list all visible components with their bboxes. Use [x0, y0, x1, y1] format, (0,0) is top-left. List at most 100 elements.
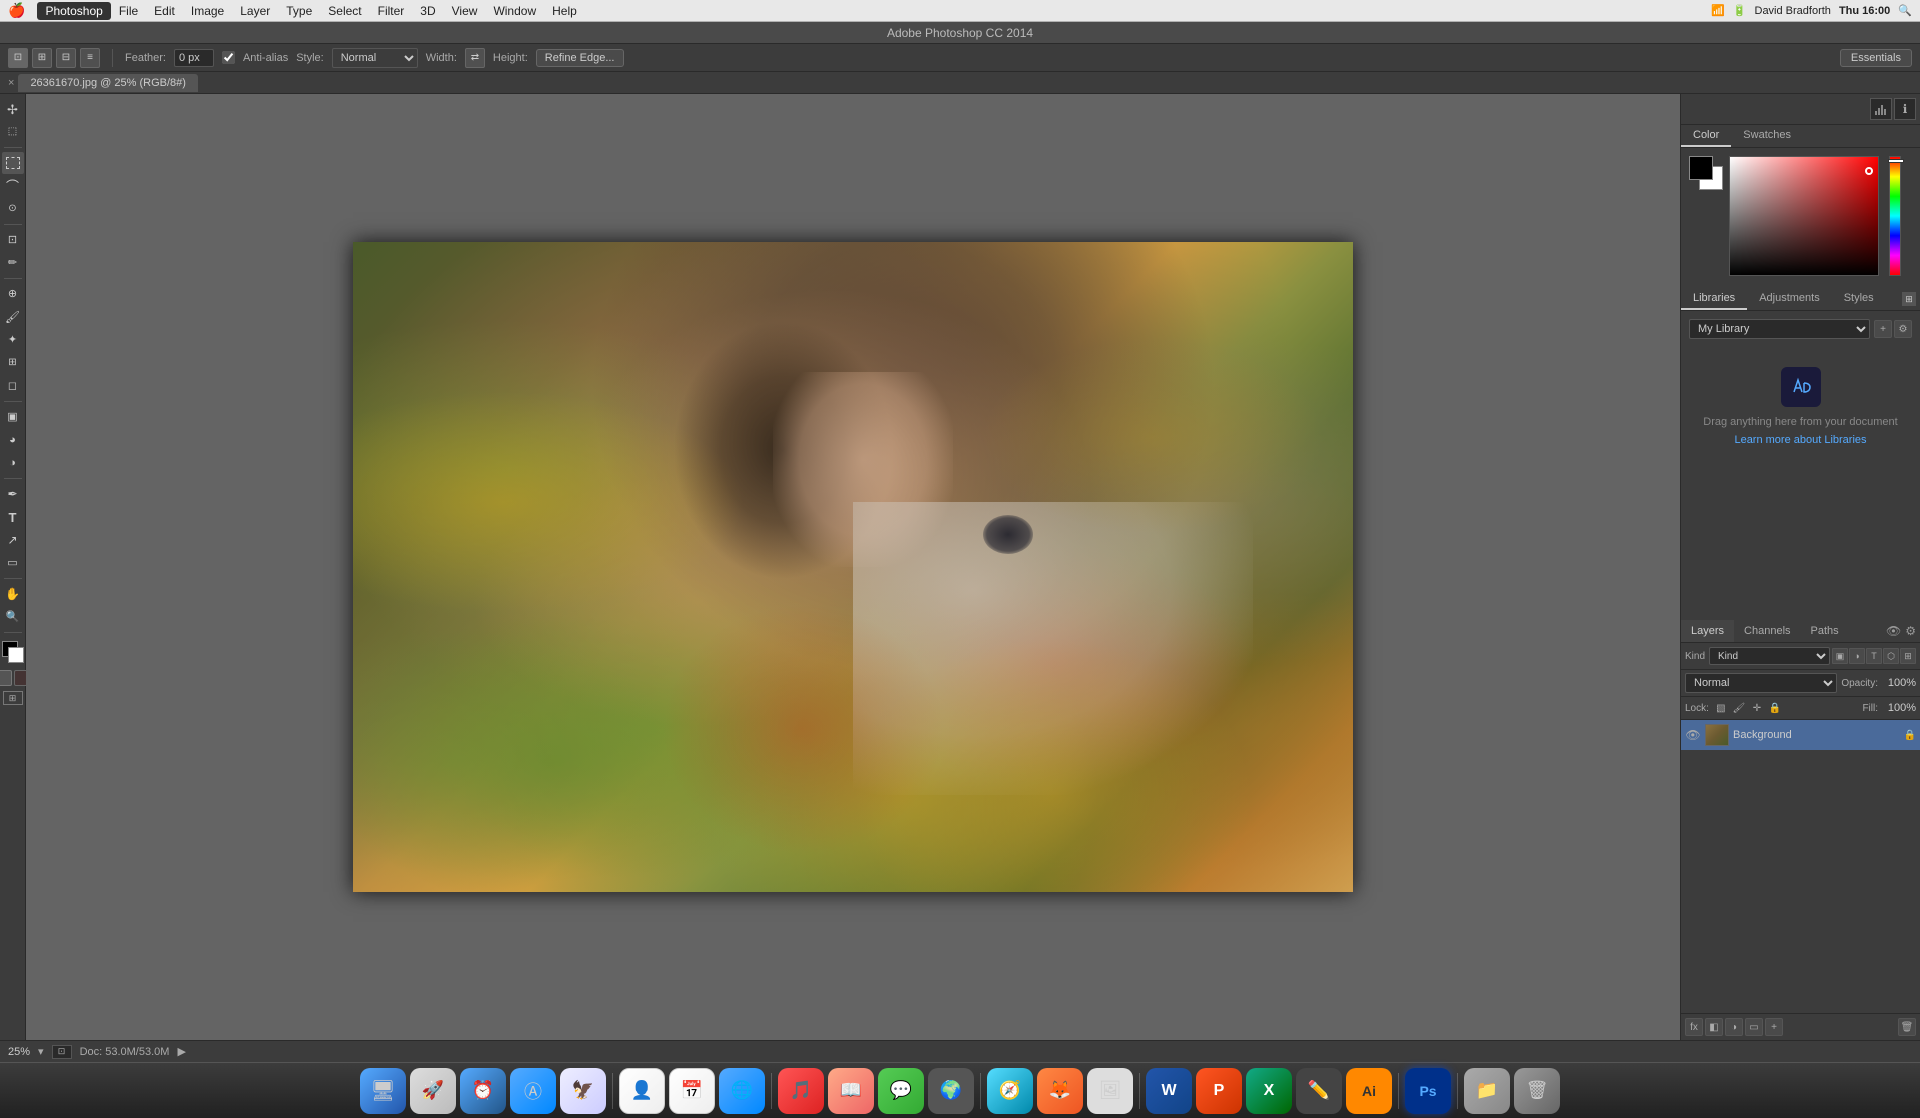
- tool-preset-btn-3[interactable]: ⊟: [56, 48, 76, 68]
- background-color[interactable]: [8, 647, 24, 663]
- menu-help[interactable]: Help: [544, 2, 585, 20]
- fg-bg-color[interactable]: [2, 641, 24, 663]
- apple-menu[interactable]: 🍎: [8, 2, 25, 19]
- dock-sketchbook[interactable]: ✏️: [1296, 1068, 1342, 1114]
- antialias-checkbox[interactable]: [222, 51, 235, 64]
- dock-world-clock[interactable]: 🌍: [928, 1068, 974, 1114]
- filter-kind-select[interactable]: Kind Name Effect Mode Attribute Color Sm…: [1709, 647, 1830, 665]
- screen-mode-btn[interactable]: ⊞: [3, 691, 23, 705]
- lock-position-icon[interactable]: ✛: [1749, 700, 1765, 716]
- menu-view[interactable]: View: [444, 2, 486, 20]
- gradient-tool[interactable]: ▣: [2, 406, 24, 428]
- dock-network[interactable]: 🌐: [719, 1068, 765, 1114]
- filter-type-icon[interactable]: T: [1866, 648, 1882, 664]
- lasso-tool[interactable]: ⌒: [2, 175, 24, 197]
- dock-powerpoint[interactable]: P: [1196, 1068, 1242, 1114]
- tool-preset-btn-2[interactable]: ⊞: [32, 48, 52, 68]
- color-tab[interactable]: Color: [1681, 125, 1731, 147]
- channels-tab[interactable]: Channels: [1734, 620, 1800, 642]
- library-learn-link[interactable]: Learn more about Libraries: [1734, 434, 1866, 446]
- dock-photos[interactable]: 🖼: [1087, 1068, 1133, 1114]
- menu-edit[interactable]: Edit: [146, 2, 183, 20]
- dock-excel[interactable]: X: [1246, 1068, 1292, 1114]
- lock-all-icon[interactable]: 🔒: [1767, 700, 1783, 716]
- layer-mask-btn[interactable]: ◧: [1705, 1018, 1723, 1036]
- menu-layer[interactable]: Layer: [232, 2, 278, 20]
- paths-tab[interactable]: Paths: [1801, 620, 1849, 642]
- doc-tab-close[interactable]: ×: [8, 77, 14, 89]
- menu-filter[interactable]: Filter: [370, 2, 413, 20]
- dock-finder-window[interactable]: 📁: [1464, 1068, 1510, 1114]
- essentials-btn[interactable]: Essentials: [1840, 49, 1912, 67]
- dock-launchpad[interactable]: 🚀: [410, 1068, 456, 1114]
- tool-preset-btn-1[interactable]: ⊡: [8, 48, 28, 68]
- history-brush-tool[interactable]: ⊞: [2, 352, 24, 374]
- layers-tab[interactable]: Layers: [1681, 620, 1734, 642]
- lock-paint-icon[interactable]: 🖌: [1731, 700, 1747, 716]
- marquee-tool[interactable]: [2, 152, 24, 174]
- healing-tool[interactable]: ⊕: [2, 283, 24, 305]
- group-layer-btn[interactable]: ▭: [1745, 1018, 1763, 1036]
- dock-time-machine[interactable]: ⏰: [460, 1068, 506, 1114]
- brush-tool[interactable]: 🖌: [2, 306, 24, 328]
- menu-select[interactable]: Select: [320, 2, 369, 20]
- document-tab[interactable]: 26361670.jpg @ 25% (RGB/8#): [18, 74, 197, 92]
- dock-calendar[interactable]: 📅: [669, 1068, 715, 1114]
- blur-tool[interactable]: ◕: [2, 429, 24, 451]
- zoom-tool[interactable]: 🔍: [2, 606, 24, 628]
- shape-tool[interactable]: ▭: [2, 552, 24, 574]
- dock-migration[interactable]: 🦅: [560, 1068, 606, 1114]
- standard-mode-btn[interactable]: [0, 670, 12, 686]
- swap-dimensions-btn[interactable]: ⇄: [465, 48, 485, 68]
- quick-select-tool[interactable]: ⊙: [2, 198, 24, 220]
- zoom-dropdown-btn[interactable]: ▾: [38, 1045, 44, 1058]
- blend-mode-select[interactable]: Normal Dissolve Multiply Screen Overlay: [1685, 673, 1837, 693]
- library-settings-icon[interactable]: ⚙: [1894, 320, 1912, 338]
- filter-pixel-icon[interactable]: ▣: [1832, 648, 1848, 664]
- feather-input[interactable]: [174, 49, 214, 67]
- fg-bg-swatches[interactable]: [1689, 156, 1723, 190]
- info-panel-icon[interactable]: ℹ: [1894, 98, 1916, 120]
- color-picker-gradient[interactable]: [1729, 156, 1879, 276]
- library-add-icon[interactable]: +: [1874, 320, 1892, 338]
- menu-window[interactable]: Window: [485, 2, 544, 20]
- dock-illustrator[interactable]: Ai: [1346, 1068, 1392, 1114]
- doc-info-arrow[interactable]: ▶: [177, 1045, 185, 1058]
- move-tool[interactable]: ✢: [2, 98, 24, 120]
- layer-item-background[interactable]: 👁 Background 🔒: [1681, 720, 1920, 750]
- eyedropper-tool[interactable]: ✏: [2, 252, 24, 274]
- layer-fx-btn[interactable]: fx: [1685, 1018, 1703, 1036]
- menu-file[interactable]: File: [111, 2, 146, 20]
- fg-color-swatch[interactable]: [1689, 156, 1713, 180]
- swatches-tab[interactable]: Swatches: [1731, 125, 1803, 147]
- path-select-tool[interactable]: ↗: [2, 529, 24, 551]
- dock-messages[interactable]: 💬: [878, 1068, 924, 1114]
- zoom-fit-btn[interactable]: ⊡: [52, 1045, 72, 1059]
- menu-3d[interactable]: 3D: [412, 2, 443, 20]
- libraries-tab[interactable]: Libraries: [1681, 288, 1747, 310]
- adjustment-layer-btn[interactable]: ◑: [1725, 1018, 1743, 1036]
- search-icon[interactable]: 🔍: [1898, 4, 1912, 17]
- refine-edge-btn[interactable]: Refine Edge...: [536, 49, 624, 67]
- artboard-tool[interactable]: ⬚: [2, 121, 24, 143]
- crop-tool[interactable]: ⊡: [2, 229, 24, 251]
- canvas-area[interactable]: [26, 94, 1680, 1040]
- dock-photoshop[interactable]: Ps: [1405, 1068, 1451, 1114]
- dock-safari[interactable]: 🧭: [987, 1068, 1033, 1114]
- layers-settings-icon[interactable]: ⚙: [1905, 624, 1916, 638]
- type-tool[interactable]: T: [2, 506, 24, 528]
- dock-app-store[interactable]: Ⓐ: [510, 1068, 556, 1114]
- layer-visibility-toggle[interactable]: 👁: [1685, 727, 1701, 743]
- dock-ibooks[interactable]: 📖: [828, 1068, 874, 1114]
- dock-itunes[interactable]: 🎵: [778, 1068, 824, 1114]
- filter-shape-icon[interactable]: ⬡: [1883, 648, 1899, 664]
- lock-transparent-icon[interactable]: ▧: [1713, 700, 1729, 716]
- opacity-value[interactable]: 100%: [1880, 677, 1916, 689]
- clone-stamp-tool[interactable]: ✦: [2, 329, 24, 351]
- layers-eye-icon[interactable]: 👁: [1886, 624, 1901, 638]
- dock-firefox[interactable]: 🦊: [1037, 1068, 1083, 1114]
- style-select[interactable]: Normal Fixed Ratio Fixed Size: [332, 48, 418, 68]
- adjustments-tab[interactable]: Adjustments: [1747, 288, 1832, 310]
- color-hue-bar[interactable]: [1889, 156, 1901, 276]
- hand-tool[interactable]: ✋: [2, 583, 24, 605]
